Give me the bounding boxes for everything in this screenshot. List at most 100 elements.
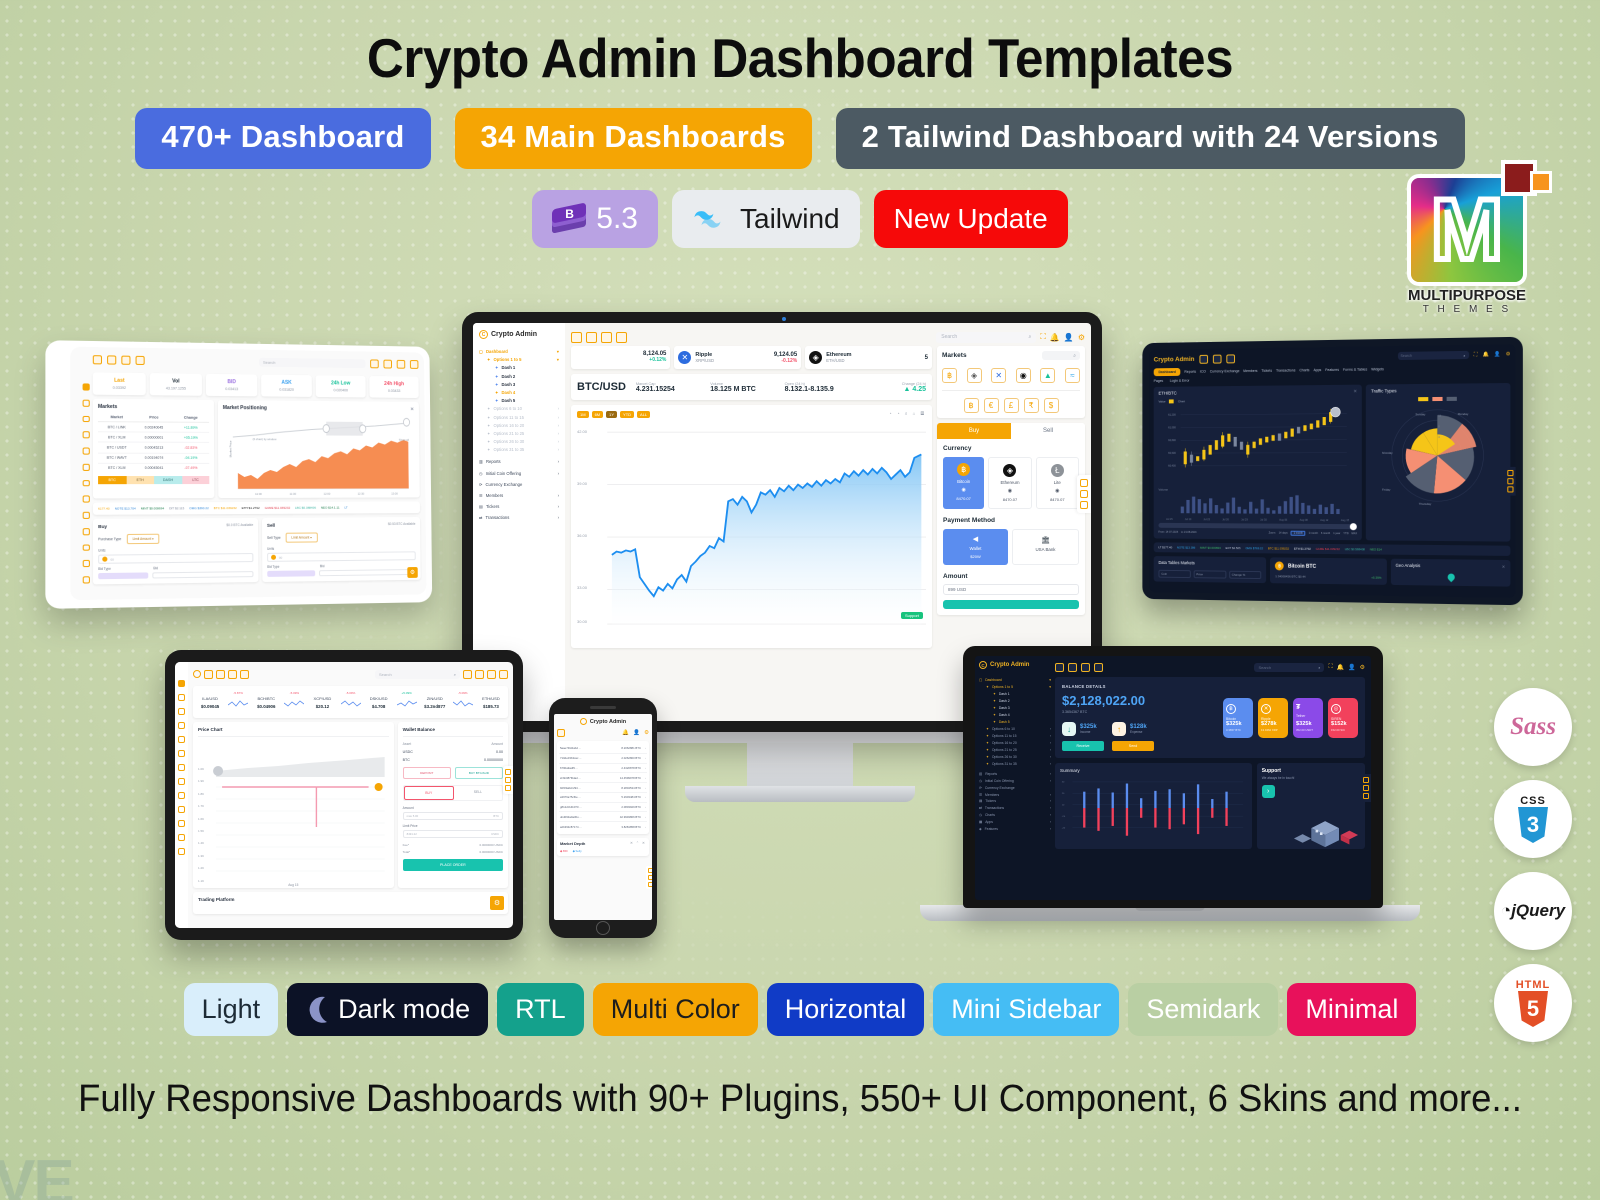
sidebar-item-options-16-20[interactable]: ✦ Options 16 to 20 › bbox=[479, 422, 559, 430]
sidebar-item-options-21-25[interactable]: ✦ Options 21 to 25 › bbox=[979, 747, 1051, 754]
rail-icon[interactable] bbox=[178, 708, 185, 715]
bid-input[interactable] bbox=[319, 569, 416, 577]
mail-icon[interactable] bbox=[1212, 354, 1222, 364]
clipboard-icon[interactable] bbox=[1226, 353, 1235, 363]
customizer-rail[interactable] bbox=[1361, 774, 1371, 802]
sidebar-item-ico[interactable]: ◷ Initial Coin Offering › bbox=[979, 778, 1051, 785]
theme-icon[interactable] bbox=[648, 868, 652, 873]
clipboard-icon[interactable] bbox=[1094, 662, 1103, 672]
dash-icon[interactable]: ▲ bbox=[1040, 368, 1056, 383]
fullscreen-icon[interactable]: ⛶ bbox=[1474, 352, 1478, 358]
confirm-button[interactable] bbox=[943, 600, 1079, 609]
nav-login-error[interactable]: Login & Error bbox=[1170, 379, 1190, 383]
customizer-button[interactable]: ⚙ bbox=[490, 896, 504, 910]
litecoin-icon[interactable]: ◉ bbox=[1015, 368, 1031, 383]
chevron-right-icon[interactable]: › bbox=[641, 805, 646, 809]
clipboard-icon[interactable] bbox=[135, 355, 145, 365]
tab-sell[interactable]: Sell bbox=[1011, 423, 1085, 439]
list-item[interactable]: 92f03a02c294 ... 8.2804534 BTC › bbox=[559, 783, 647, 793]
gear-icon[interactable]: ⚙ bbox=[1078, 333, 1085, 342]
close-icon[interactable]: ✕ bbox=[410, 407, 414, 413]
bitcoin-icon[interactable]: ฿ bbox=[942, 368, 957, 383]
col-coin[interactable]: Coin bbox=[1158, 569, 1191, 579]
top-nav-row2[interactable]: Pages Login & Error bbox=[1154, 375, 1511, 383]
rail-icon[interactable] bbox=[178, 806, 185, 813]
sell-type-select[interactable]: Limit Amount ▾ bbox=[285, 532, 318, 543]
gear-icon[interactable]: ⚙ bbox=[644, 730, 649, 736]
sidebar-item-dash-1[interactable]: ✦ Dash 1 bbox=[479, 364, 559, 372]
rtl-icon[interactable] bbox=[1363, 793, 1369, 799]
sidebar-item-features[interactable]: ◈ Features › bbox=[979, 826, 1051, 833]
fullscreen-icon[interactable] bbox=[463, 669, 472, 679]
sidebar-item-options-16-20[interactable]: ✦ Options 16 to 20 › bbox=[979, 740, 1051, 747]
mail-icon[interactable] bbox=[121, 355, 131, 365]
rail-icon[interactable] bbox=[82, 431, 90, 439]
list-item[interactable]: g812cbb4b070 ... 2.0803929 BTC › bbox=[559, 803, 647, 813]
limit-price-input[interactable]: 8491.22 USDC bbox=[402, 830, 503, 838]
fullscreen-icon[interactable]: ⛶ bbox=[1040, 332, 1046, 342]
list-item[interactable]: ubd093a0a30u ... 42.9949806 BTC › bbox=[559, 812, 647, 823]
tab-buy[interactable]: BUY bbox=[403, 786, 454, 800]
sidebar-item-dash-4[interactable]: ✦ Dash 4 bbox=[979, 712, 1051, 719]
chevron-right-icon[interactable]: › bbox=[641, 756, 646, 760]
list-item[interactable]: a2b393c87174 ... 3.8281858 BTC › bbox=[559, 822, 647, 831]
layout-icon[interactable] bbox=[1363, 785, 1369, 791]
customizer-rail[interactable] bbox=[646, 866, 652, 889]
search-icon[interactable]: ⌕ bbox=[1318, 665, 1320, 670]
rail-icon[interactable] bbox=[178, 694, 185, 701]
layout-icon[interactable] bbox=[1507, 478, 1514, 485]
tab-dash[interactable]: DASH bbox=[154, 475, 182, 485]
gear-icon[interactable] bbox=[499, 669, 508, 679]
currency-card-ethereum[interactable]: ◈ Ethereum ◉ 8470.07 bbox=[988, 457, 1032, 509]
zoom-3-month[interactable]: 3 month bbox=[1309, 532, 1318, 535]
sidebar-item-options-26-30[interactable]: ✦ Options 26 to 30 › bbox=[479, 438, 559, 446]
market-row[interactable]: BTC / WAVT 0.00194074 -04.19% bbox=[98, 453, 210, 464]
tab-sell[interactable]: SELL bbox=[454, 786, 502, 800]
fiat-filter-row[interactable]: ฿ € £ ₹ $ bbox=[942, 390, 1080, 413]
theme-icon[interactable] bbox=[1507, 469, 1514, 477]
list-item[interactable]: 5aae74f2dabd ... 8.2062881 BTC › bbox=[559, 744, 647, 754]
sidebar-item-dashboard[interactable]: ▢ Dashboard ▾ bbox=[979, 677, 1051, 684]
send-button[interactable]: Send bbox=[1112, 741, 1154, 751]
range-all[interactable]: ALL bbox=[637, 411, 651, 418]
sidebar-item-reports[interactable]: ▥ Reports › bbox=[479, 458, 559, 466]
sidebar-item-members[interactable]: ☰ Members › bbox=[479, 492, 559, 500]
skin-horizontal[interactable]: Horizontal bbox=[766, 983, 925, 1036]
sidebar-item-apps[interactable]: ▦ Apps › bbox=[979, 819, 1051, 826]
customizer-rail[interactable] bbox=[503, 766, 513, 794]
tab-eth[interactable]: ETH bbox=[126, 475, 155, 485]
list-item[interactable]: a3976a75cfbe ... 5.2903484 BTC › bbox=[559, 793, 647, 803]
customizer-rail[interactable] bbox=[1505, 466, 1516, 496]
rtl-icon[interactable] bbox=[648, 882, 652, 887]
nav-currency-exchange[interactable]: Currency Exchange bbox=[1210, 369, 1240, 373]
rail-icon[interactable] bbox=[82, 399, 90, 407]
search-icon[interactable]: ⌕ bbox=[1463, 352, 1465, 357]
slider-handle[interactable] bbox=[1350, 523, 1358, 531]
place-order-button[interactable]: PLACE ORDER bbox=[402, 859, 503, 871]
skin-semidark[interactable]: Semidark bbox=[1128, 983, 1279, 1036]
sidebar-item-currency-exchange[interactable]: ⟳ Currency Exchange bbox=[479, 481, 559, 489]
support-button[interactable]: › bbox=[1261, 785, 1275, 798]
payment-card-bank[interactable]: 🏛 USA Bank bbox=[1012, 529, 1079, 565]
nav-transactions[interactable]: Transactions bbox=[1276, 368, 1296, 372]
sidebar-item-options-6-10[interactable]: ✦ Options 6 to 10 › bbox=[479, 405, 559, 413]
payment-card-wallet[interactable]: ◀ Wallet $20W bbox=[943, 529, 1008, 565]
theme-icon[interactable] bbox=[1080, 479, 1088, 487]
receive-button[interactable]: Receive bbox=[1062, 741, 1104, 751]
search-input[interactable]: Search bbox=[1258, 665, 1271, 670]
list-item[interactable]: 2cbb087f0dad ... 14.4599978 BTC › bbox=[559, 773, 647, 784]
sidebar-item-dash-1[interactable]: ✦ Dash 1 bbox=[979, 691, 1051, 698]
zoom-14-days[interactable]: 14 days bbox=[1279, 532, 1288, 535]
chat-icon[interactable] bbox=[586, 331, 597, 343]
bid-type-input[interactable] bbox=[98, 572, 149, 580]
user-icon[interactable]: 👤 bbox=[1064, 333, 1074, 342]
chevron-right-icon[interactable]: › bbox=[641, 825, 646, 829]
rail-icon[interactable] bbox=[82, 528, 90, 535]
rail-icon[interactable] bbox=[178, 834, 185, 841]
customizer-button[interactable]: ⚙ bbox=[407, 567, 418, 578]
nav-tickets[interactable]: Tickets bbox=[1261, 369, 1272, 373]
rail-icon[interactable] bbox=[82, 495, 90, 503]
market-row[interactable]: BTC / USDT 0.00045213 -02.83% bbox=[98, 442, 210, 454]
sidebar-item-dash-2[interactable]: ✦ Dash 2 bbox=[979, 698, 1051, 705]
sidebar-item-options-31-35[interactable]: ✦ Options 31 to 35 › bbox=[979, 761, 1051, 768]
